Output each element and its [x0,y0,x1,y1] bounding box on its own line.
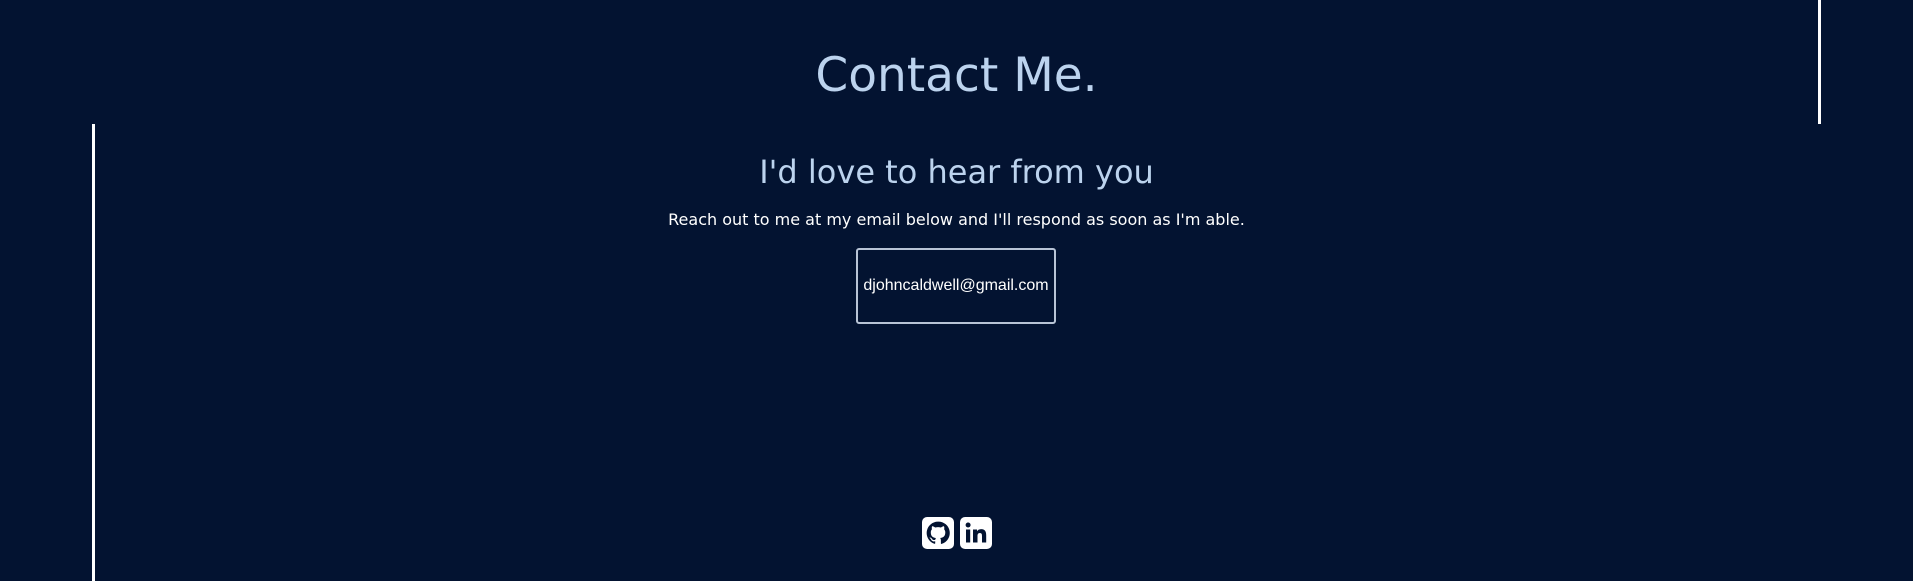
contact-subtitle: I'd love to hear from you [759,153,1154,191]
email-label: djohncaldwell@gmail.com [863,277,1049,294]
social-links [0,517,1913,549]
email-button[interactable]: djohncaldwell@gmail.com [856,248,1056,324]
contact-note: Reach out to me at my email below and I'… [668,210,1245,229]
github-link[interactable] [921,517,954,549]
github-icon [921,517,954,549]
linkedin-link[interactable] [959,517,992,549]
page-title: Contact Me. [815,48,1098,103]
linkedin-icon [959,517,992,549]
